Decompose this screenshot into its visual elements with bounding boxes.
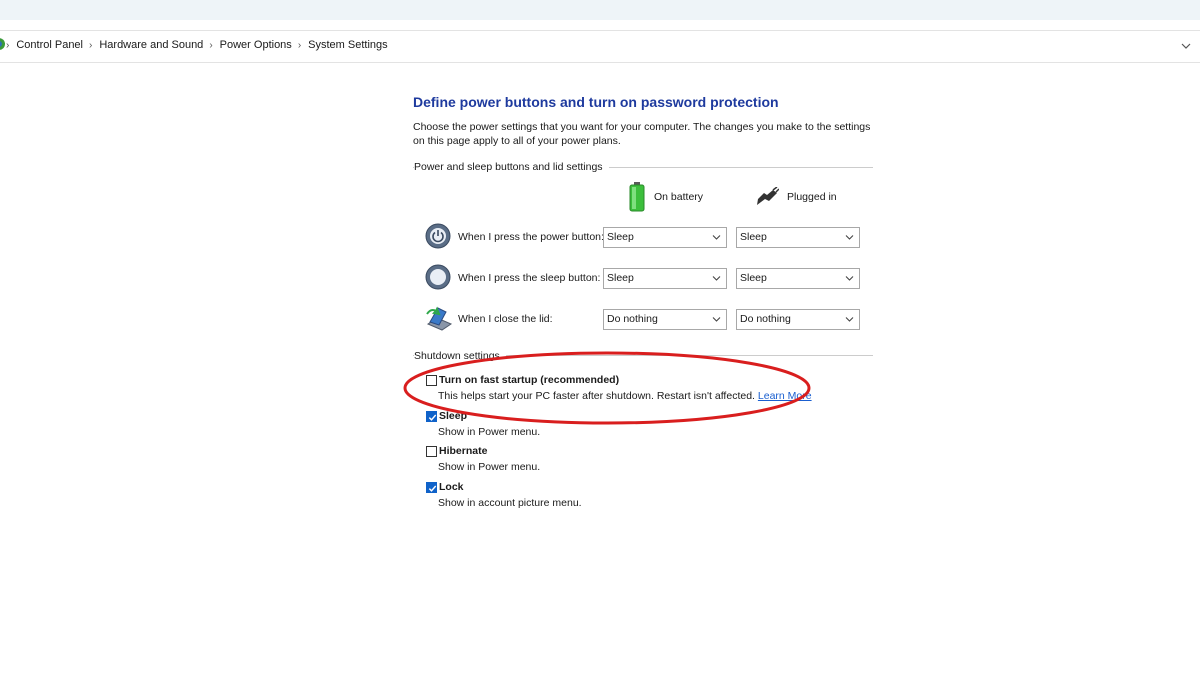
plugged-in-label: Plugged in [787,191,837,203]
select-value: Sleep [740,272,767,284]
fast-startup-title: Turn on fast startup (recommended) [439,374,620,386]
power-button-plugged-in-select[interactable]: Sleep [736,227,860,248]
checkmark-icon [428,414,437,421]
power-section-label: Power and sleep buttons and lid settings [414,161,609,173]
chevron-down-icon [712,276,721,281]
lid-plugged-in-select[interactable]: Do nothing [736,309,860,330]
sleep-button-plugged-in-select[interactable]: Sleep [736,268,860,289]
page-description: Choose the power settings that you want … [413,121,871,147]
power-button-row-label: When I press the power button: [458,231,604,243]
sleep-option-description: Show in Power menu. [438,426,541,438]
hibernate-option-description: Show in Power menu. [438,461,541,473]
column-plugged-in: Plugged in [755,187,837,207]
chevron-down-icon [845,317,854,322]
hibernate-checkbox[interactable] [426,446,437,457]
sleep-option-title: Sleep [439,410,468,422]
select-value: Sleep [607,231,634,243]
fast-startup-description: This helps start your PC faster after sh… [438,390,812,402]
fast-startup-checkbox[interactable] [426,375,437,386]
battery-icon [629,182,645,212]
select-value: Do nothing [607,313,658,325]
fast-startup-desc-text: This helps start your PC faster after sh… [438,390,755,402]
power-button-on-battery-select[interactable]: Sleep [603,227,727,248]
learn-more-link[interactable]: Learn More [758,390,812,402]
breadcrumb-control-panel[interactable]: Control Panel [16,39,83,51]
chevron-down-icon [845,235,854,240]
lock-option-title: Lock [439,481,464,493]
lid-row-label: When I close the lid: [458,313,553,325]
power-button-icon [425,223,451,249]
page-title: Define power buttons and turn on passwor… [413,94,779,110]
chevron-down-icon [712,235,721,240]
breadcrumb-system-settings[interactable]: System Settings [308,39,387,51]
lock-option-description: Show in account picture menu. [438,497,582,509]
breadcrumb-separator-icon: › [89,39,93,51]
breadcrumb: › Control Panel › Hardware and Sound › P… [0,39,388,51]
column-on-battery: On battery [628,182,703,212]
breadcrumb-separator-icon: › [297,39,302,51]
breadcrumb-separator-icon: › [209,39,213,51]
sleep-button-row-label: When I press the sleep button: [458,272,601,284]
address-history-chevron-down-icon[interactable] [1180,41,1192,51]
sleep-button-icon [425,264,451,290]
address-bar[interactable]: › Control Panel › Hardware and Sound › P… [0,30,1200,63]
lock-checkbox[interactable] [426,482,437,493]
select-value: Sleep [740,231,767,243]
hibernate-option-title: Hibernate [439,445,488,457]
checkmark-icon [428,485,437,492]
sleep-button-on-battery-select[interactable]: Sleep [603,268,727,289]
chevron-down-icon [712,317,721,322]
shutdown-section-label: Shutdown settings [414,350,506,362]
laptop-lid-icon [426,306,453,331]
on-battery-label: On battery [654,191,704,203]
sleep-checkbox[interactable] [426,411,437,422]
select-value: Do nothing [740,313,791,325]
breadcrumb-separator-icon: › [6,39,10,51]
window-top-strip [0,0,1200,20]
power-plug-icon [757,187,779,205]
lid-on-battery-select[interactable]: Do nothing [603,309,727,330]
breadcrumb-power-options[interactable]: Power Options [220,39,292,51]
breadcrumb-hardware-and-sound[interactable]: Hardware and Sound [99,39,203,51]
select-value: Sleep [607,272,634,284]
chevron-down-icon [845,276,854,281]
